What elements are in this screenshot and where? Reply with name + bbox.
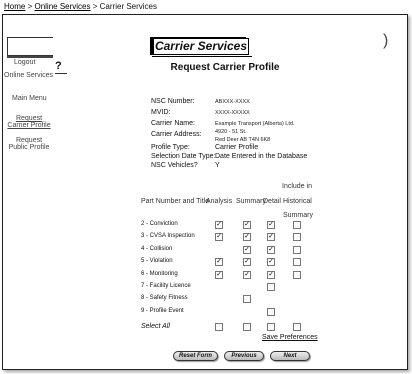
part-checkbox[interactable] (267, 308, 275, 316)
reset-form-button[interactable]: Reset Form (173, 351, 218, 361)
part-checkbox[interactable]: ✓ (243, 271, 251, 279)
part-checkbox[interactable]: ✓ (215, 233, 223, 241)
save-preferences-link[interactable]: Save Preferences (262, 334, 318, 341)
detail-header: Detail (263, 198, 281, 205)
part-row-label: 8 - Safety Fitness (141, 295, 188, 301)
previous-button[interactable]: Previous (224, 351, 264, 361)
part-checkbox[interactable]: ✓ (215, 271, 223, 279)
logo-underline (7, 56, 53, 58)
breadcrumb-current: Carrier Services (99, 2, 157, 11)
summary-header: Summary (236, 198, 266, 205)
sidebar-item-label: Carrier Profile (7, 122, 51, 129)
profile-type-value: Carrier Profile (215, 144, 259, 151)
historical-header: Historical (283, 198, 312, 205)
part-row-label: 3 - CVSA Inspection (141, 233, 195, 239)
part-checkbox[interactable]: ✓ (243, 258, 251, 266)
decorative-bracket: ) (383, 32, 389, 49)
part-checkbox[interactable]: ✓ (215, 258, 223, 266)
part-checkbox[interactable]: ✓ (243, 233, 251, 241)
help-icon[interactable]: ? (55, 60, 62, 72)
page-title: Request Carrier Profile (170, 62, 280, 73)
part-row-label: 9 - Profile Event (141, 308, 184, 314)
breadcrumb: Home > Online Services > Carrier Service… (4, 2, 157, 11)
select-all-checkbox[interactable] (267, 323, 275, 331)
nsc-number-value: ABXXX-XXXX (215, 99, 250, 105)
profile-type-label: Profile Type: (151, 144, 190, 151)
sidebar-item-request-public-profile[interactable]: Request Public Profile (6, 137, 52, 151)
online-services-link[interactable]: Online Services (4, 72, 53, 79)
sidebar-item-request-carrier-profile[interactable]: Request Carrier Profile (6, 115, 52, 129)
carrier-name-label: Carrier Name: (151, 120, 195, 127)
part-checkbox[interactable]: ✓ (267, 246, 275, 254)
logo-placeholder (7, 37, 53, 56)
mvid-label: MVID: (151, 109, 171, 116)
part-number-header: Part Number and Title (141, 198, 210, 205)
part-checkbox[interactable]: ✓ (267, 271, 275, 279)
carrier-address-line2: Red Deer AB T4N 6K8 (215, 137, 271, 143)
part-checkbox[interactable] (293, 271, 301, 279)
carrier-address-line1: 4920 - 51 St. (215, 129, 247, 135)
online-services-underline (55, 73, 67, 74)
breadcrumb-separator: > (92, 2, 98, 11)
sidebar-item-label: Request (15, 137, 43, 144)
nsc-number-label: NSC Number: (151, 98, 195, 105)
part-checkbox[interactable]: ✓ (215, 221, 223, 229)
selection-date-type-value: Date Entered in the Database (215, 153, 308, 160)
part-row-label: 6 - Monitoring (141, 271, 178, 277)
part-checkbox[interactable]: ✓ (243, 221, 251, 229)
banner-underline (152, 56, 252, 57)
sidebar-item-label: Public Profile (8, 144, 50, 151)
select-all-checkbox[interactable] (243, 323, 251, 331)
part-row-label: 5 - Violation (141, 258, 173, 264)
main-menu-link[interactable]: Main Menu (12, 95, 47, 102)
select-all-label: Select All (141, 323, 170, 330)
next-button[interactable]: Next (270, 351, 310, 361)
include-in-header: Include in (282, 183, 312, 190)
breadcrumb-home-link[interactable]: Home (4, 2, 25, 11)
nsc-vehicles-label: NSC Vehicles? (151, 162, 198, 169)
mvid-value: XXXX-XXXXX (215, 110, 250, 116)
part-checkbox[interactable] (267, 283, 275, 291)
part-checkbox[interactable]: ✓ (267, 258, 275, 266)
logout-link[interactable]: Logout (14, 59, 35, 66)
sidebar-item-label: Request (15, 115, 43, 122)
select-all-checkbox[interactable] (293, 323, 301, 331)
historical-summary-header: Summary (283, 212, 313, 219)
selection-date-type-label: Selection Date Type: (151, 153, 216, 160)
carrier-address-label: Carrier Address: (151, 131, 202, 138)
part-checkbox[interactable] (243, 295, 251, 303)
part-row-label: 4 - Collision (141, 246, 173, 252)
part-checkbox[interactable] (293, 233, 301, 241)
part-checkbox[interactable]: ✓ (267, 221, 275, 229)
part-checkbox[interactable]: ✓ (267, 233, 275, 241)
part-row-label: 2 - Conviction (141, 221, 178, 227)
banner-title: Carrier Services (153, 38, 249, 55)
part-row-label: 7 - Facility Licence (141, 283, 191, 289)
nsc-vehicles-value: Y (215, 162, 220, 169)
carrier-name-value: Example Transport (Alberta) Ltd. (215, 121, 295, 127)
part-checkbox[interactable] (293, 258, 301, 266)
breadcrumb-separator: > (27, 2, 33, 11)
analysis-header: Analysis (206, 198, 233, 205)
part-checkbox[interactable] (293, 246, 301, 254)
part-checkbox[interactable]: ✓ (243, 246, 251, 254)
breadcrumb-online-services-link[interactable]: Online Services (34, 2, 90, 11)
part-checkbox[interactable] (293, 221, 301, 229)
select-all-checkbox[interactable] (215, 323, 223, 331)
